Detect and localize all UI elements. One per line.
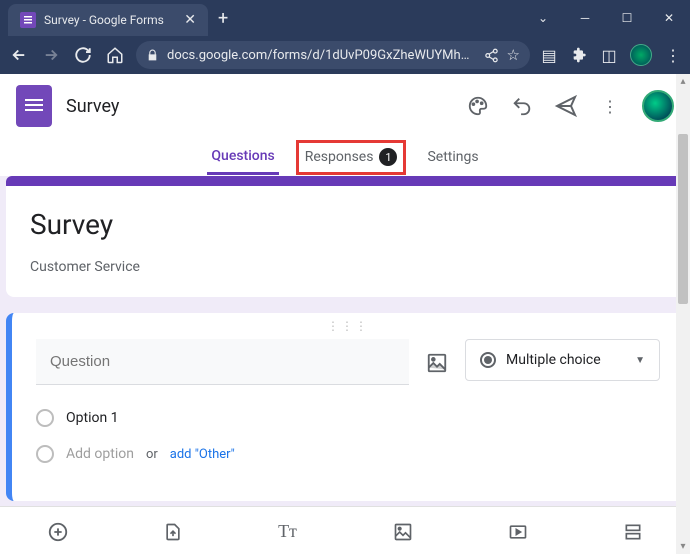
radio-icon — [480, 352, 496, 368]
option-row[interactable]: Option 1 — [36, 409, 660, 427]
bookmark-icon[interactable]: ☆ — [507, 46, 520, 64]
url-text: docs.google.com/forms/d/1dUvP09GxZheWUYM… — [167, 48, 476, 63]
tab-responses[interactable]: Responses 1 — [301, 140, 402, 174]
question-input[interactable] — [36, 339, 409, 385]
reader-icon[interactable]: ▤ — [540, 46, 558, 64]
undo-button[interactable] — [510, 94, 534, 118]
form-description[interactable]: Customer Service — [30, 259, 660, 275]
chevron-down-icon: ▼ — [635, 355, 645, 366]
title-card[interactable]: Survey Customer Service — [6, 186, 684, 297]
scrollbar-thumb[interactable] — [678, 134, 688, 304]
option-text[interactable]: Option 1 — [66, 410, 119, 426]
tab-favicon — [20, 12, 36, 28]
tab-close-icon[interactable]: ✕ — [184, 12, 196, 28]
add-image-button[interactable] — [425, 351, 449, 375]
tab-questions-label: Questions — [211, 148, 274, 164]
sidepanel-icon[interactable]: ◫ — [600, 46, 618, 64]
radio-empty-icon — [36, 409, 54, 427]
add-image-toolbar-button[interactable] — [391, 520, 415, 544]
send-button[interactable] — [554, 94, 578, 118]
tab-title: Survey - Google Forms — [44, 13, 176, 27]
form-name[interactable]: Survey — [66, 96, 452, 117]
question-toolbar: Tᴛ — [0, 506, 690, 556]
theme-button[interactable] — [466, 94, 490, 118]
question-type-dropdown[interactable]: Multiple choice ▼ — [465, 339, 660, 381]
add-option-button[interactable]: Add option — [66, 446, 134, 462]
add-other-button[interactable]: add "Other" — [170, 447, 235, 462]
tab-settings-label: Settings — [427, 149, 478, 165]
share-icon[interactable] — [484, 48, 499, 63]
question-type-label: Multiple choice — [506, 352, 625, 368]
add-section-button[interactable] — [621, 520, 645, 544]
extensions-icon[interactable] — [570, 46, 588, 64]
minimize-button[interactable]: ─ — [564, 0, 606, 36]
add-video-button[interactable] — [506, 520, 530, 544]
form-title-text[interactable]: Survey — [30, 208, 660, 241]
add-question-button[interactable] — [46, 520, 70, 544]
drag-handle-icon[interactable]: ⋮⋮⋮ — [36, 313, 660, 339]
forms-logo[interactable] — [16, 85, 52, 127]
chrome-menu-icon[interactable]: ⋮ — [664, 46, 682, 64]
home-button[interactable] — [104, 44, 126, 66]
or-text: or — [146, 447, 158, 462]
accent-bar — [6, 176, 684, 186]
responses-badge: 1 — [379, 148, 397, 166]
scrollbar[interactable]: ▴ ▾ — [676, 74, 690, 554]
tab-search-button[interactable]: ⌄ — [522, 0, 564, 36]
profile-avatar[interactable] — [630, 44, 652, 66]
reload-button[interactable] — [72, 44, 94, 66]
radio-empty-icon — [36, 445, 54, 463]
tab-responses-label: Responses — [305, 149, 374, 165]
forms-header: Survey ⋮ — [0, 74, 690, 138]
add-option-row: Add option or add "Other" — [36, 445, 660, 463]
close-window-button[interactable]: ✕ — [648, 0, 690, 36]
form-tabs: Questions Responses 1 Settings — [0, 138, 690, 176]
new-tab-button[interactable]: + — [208, 0, 238, 36]
add-title-button[interactable]: Tᴛ — [276, 520, 300, 544]
scroll-up-icon[interactable]: ▴ — [676, 76, 690, 87]
import-questions-button[interactable] — [161, 520, 185, 544]
tab-questions[interactable]: Questions — [207, 140, 278, 175]
lock-icon — [146, 49, 159, 62]
tab-settings[interactable]: Settings — [423, 141, 482, 173]
account-avatar[interactable] — [642, 90, 674, 122]
question-card[interactable]: ⋮⋮⋮ Multiple choice ▼ Option 1 Add optio… — [6, 313, 684, 501]
address-bar[interactable]: docs.google.com/forms/d/1dUvP09GxZheWUYM… — [136, 41, 530, 69]
form-body: Survey Customer Service ⋮⋮⋮ Multiple cho… — [0, 176, 690, 556]
maximize-button[interactable]: ☐ — [606, 0, 648, 36]
back-button[interactable] — [8, 44, 30, 66]
more-menu-button[interactable]: ⋮ — [598, 94, 622, 118]
forward-button[interactable] — [40, 44, 62, 66]
scroll-down-icon[interactable]: ▾ — [676, 541, 690, 552]
browser-tab[interactable]: Survey - Google Forms ✕ — [8, 4, 208, 36]
